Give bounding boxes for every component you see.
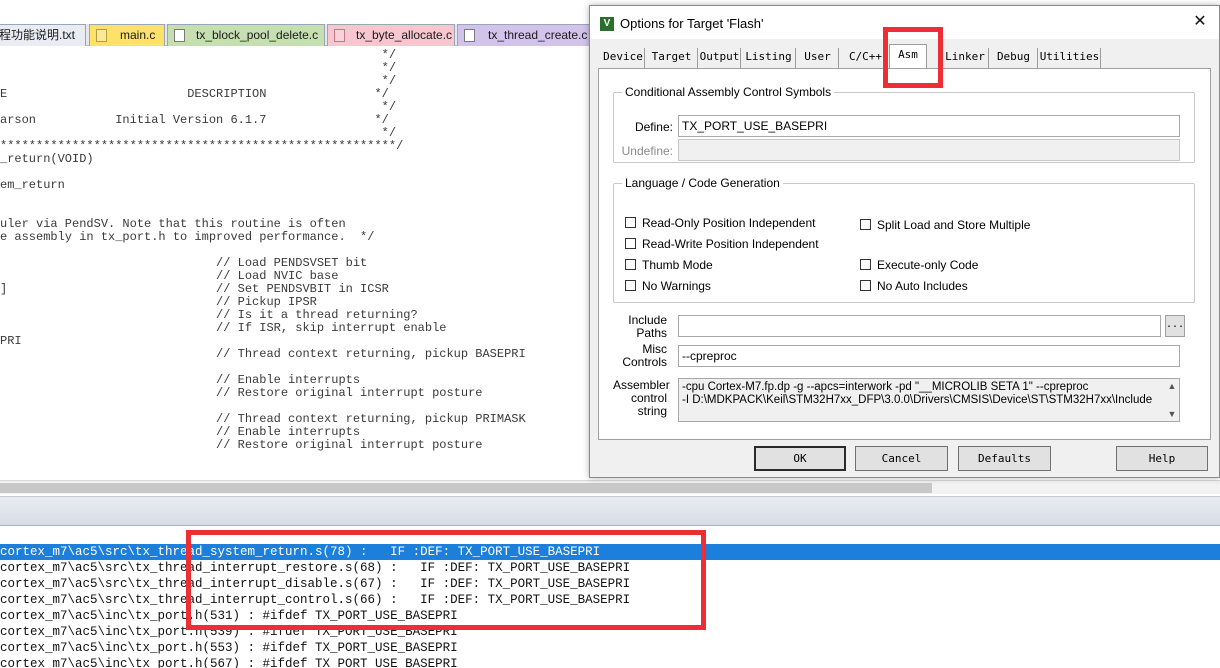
asm-string-line: -cpu Cortex-M7.fp.dp -g --apcs=interwork… <box>682 381 1089 393</box>
group-legend: Language / Code Generation <box>622 176 783 190</box>
editor-tab-label: tx_thread_create.c <box>488 28 588 42</box>
options-dialog: V Options for Target 'Flash' ✕ Device Ta… <box>589 5 1220 478</box>
file-icon <box>464 29 475 42</box>
close-icon[interactable]: ✕ <box>1190 12 1210 32</box>
checkbox-label: Read-Write Position Independent <box>642 237 819 251</box>
code-line: // If ISR, skip interrupt enable <box>0 321 447 335</box>
checkbox-box[interactable] <box>625 280 636 291</box>
browse-include-button[interactable]: ... <box>1165 315 1185 337</box>
define-input[interactable]: TX_PORT_USE_BASEPRI <box>678 115 1180 137</box>
checkbox-label: Split Load and Store Multiple <box>877 218 1031 232</box>
tab-user[interactable]: User <box>797 48 839 68</box>
checkbox-box[interactable] <box>625 217 636 228</box>
editor-tab-label: tx_block_pool_delete.c <box>196 28 319 42</box>
code-line: _return(VOID) <box>0 152 94 166</box>
editor-tab-label: tx_byte_allocate.c <box>356 28 453 42</box>
checkbox-box[interactable] <box>860 280 871 291</box>
result-line[interactable]: cortex_m7\ac5\inc\tx_port.h(567) : #ifde… <box>0 656 1220 668</box>
tab-device[interactable]: Device <box>602 48 645 68</box>
label-line: Controls <box>622 355 667 369</box>
scrollbar-thumb[interactable] <box>0 483 932 493</box>
tab-target[interactable]: Target <box>646 48 698 68</box>
tab-listing[interactable]: Listing <box>742 48 796 68</box>
tab-linker[interactable]: Linker <box>942 48 989 68</box>
code-line: e assembly in tx_port.h to improved perf… <box>0 230 375 244</box>
include-paths-label: Include Paths <box>613 314 667 340</box>
defaults-button[interactable]: Defaults <box>958 446 1051 471</box>
checkbox-execute-only[interactable]: Execute-only Code <box>860 258 978 272</box>
editor-tab-main-c[interactable]: main.c <box>89 24 165 46</box>
result-line[interactable]: cortex_m7\ac5\inc\tx_port.h(539) : #ifde… <box>0 624 1220 640</box>
assembler-control-label: Assembler control string <box>613 379 670 418</box>
checkbox-split-ldm[interactable]: Split Load and Store Multiple <box>860 218 1030 232</box>
include-paths-input[interactable] <box>678 315 1161 337</box>
editor-tab-block-pool-delete[interactable]: tx_block_pool_delete.c <box>167 24 325 46</box>
editor-tab-readme[interactable]: 程功能说明.txt <box>0 24 86 46</box>
undefine-input <box>678 139 1180 161</box>
checkbox-ropi[interactable]: Read-Only Position Independent <box>625 216 815 230</box>
code-line: // Restore original interrupt posture <box>0 438 483 452</box>
tab-asm[interactable]: Asm <box>889 44 927 69</box>
tab-output[interactable]: Output <box>699 48 741 68</box>
ok-button[interactable]: OK <box>754 446 846 471</box>
checkbox-label: Read-Only Position Independent <box>642 216 816 230</box>
result-line[interactable]: cortex_m7\ac5\inc\tx_port.h(531) : #ifde… <box>0 608 1220 624</box>
dialog-title-bar[interactable]: V Options for Target 'Flash' ✕ <box>590 6 1219 39</box>
checkbox-box[interactable] <box>860 219 871 230</box>
code-editor[interactable]: */ */ */ E DESCRIPTION */ */ arson Initi… <box>0 46 590 478</box>
checkbox-thumb-mode[interactable]: Thumb Mode <box>625 258 713 272</box>
code-line: em_return <box>0 178 65 192</box>
code-line: // Thread context returning, pickup BASE… <box>0 347 526 361</box>
checkbox-rwpi[interactable]: Read-Write Position Independent <box>625 237 819 251</box>
editor-tab-label: 程功能说明.txt <box>0 28 76 42</box>
result-line[interactable]: cortex_m7\ac5\src\tx_thread_system_retur… <box>0 544 1220 560</box>
misc-controls-input[interactable]: --cpreproc <box>678 345 1180 367</box>
asm-tab-panel: Conditional Assembly Control Symbols Def… <box>598 68 1211 440</box>
checkbox-label: Thumb Mode <box>642 258 713 272</box>
checkbox-no-auto-includes[interactable]: No Auto Includes <box>860 279 968 293</box>
result-line[interactable]: cortex_m7\ac5\inc\tx_port.h(553) : #ifde… <box>0 640 1220 656</box>
result-line[interactable]: cortex_m7\ac5\src\tx_thread_interrupt_di… <box>0 576 1220 592</box>
editor-tab-label: main.c <box>120 28 156 42</box>
tab-utilities[interactable]: Utilities <box>1039 48 1101 68</box>
checkbox-box[interactable] <box>860 259 871 270</box>
misc-controls-label: Misc Controls <box>613 343 667 369</box>
checkbox-label: No Auto Includes <box>877 279 968 293</box>
asm-string-scrollbar[interactable]: ▲ ▼ <box>1165 379 1179 421</box>
editor-tab-byte-allocate[interactable]: tx_byte_allocate.c <box>327 24 455 46</box>
editor-tab-thread-create[interactable]: tx_thread_create.c <box>457 24 592 46</box>
tab-debug[interactable]: Debug <box>990 48 1038 68</box>
find-results-pane: cortex_m7\ac5\src\tx_thread_system_retur… <box>0 526 1220 668</box>
label-line: string <box>637 404 667 418</box>
assembler-control-string[interactable]: -cpu Cortex-M7.fp.dp -g --apcs=interwork… <box>678 378 1180 422</box>
file-icon <box>334 29 345 42</box>
result-line[interactable]: cortex_m7\ac5\src\tx_thread_interrupt_re… <box>0 560 1220 576</box>
checkbox-box[interactable] <box>625 238 636 249</box>
undefine-label: Undefine: <box>621 144 673 158</box>
editor-horizontal-scrollbar[interactable] <box>0 480 1220 494</box>
define-label: Define: <box>634 120 673 134</box>
pane-splitter[interactable] <box>0 496 1220 526</box>
file-icon <box>174 29 185 42</box>
tab-c-cpp[interactable]: C/C++ <box>846 48 886 68</box>
dialog-title: Options for Target 'Flash' <box>620 16 764 31</box>
help-button[interactable]: Help <box>1116 446 1208 471</box>
file-icon <box>96 29 107 42</box>
checkbox-no-warnings[interactable]: No Warnings <box>625 279 711 293</box>
dialog-tab-strip: Device Target Output Listing User C/C++ … <box>600 44 1110 69</box>
group-legend: Conditional Assembly Control Symbols <box>622 85 835 99</box>
asm-string-line: -I D:\MDKPACK\Keil\STM32H7xx_DFP\3.0.0\D… <box>682 394 1153 406</box>
scroll-up-icon[interactable]: ▲ <box>1165 379 1179 393</box>
cancel-button[interactable]: Cancel <box>855 446 948 471</box>
label-line: Paths <box>636 326 667 340</box>
result-line[interactable]: cortex_m7\ac5\src\tx_thread_interrupt_co… <box>0 592 1220 608</box>
checkbox-label: No Warnings <box>642 279 711 293</box>
checkbox-box[interactable] <box>625 259 636 270</box>
scroll-down-icon[interactable]: ▼ <box>1165 407 1179 421</box>
checkbox-label: Execute-only Code <box>877 258 979 272</box>
code-line: // Restore original interrupt posture <box>0 386 483 400</box>
keil-app-icon: V <box>600 17 614 31</box>
